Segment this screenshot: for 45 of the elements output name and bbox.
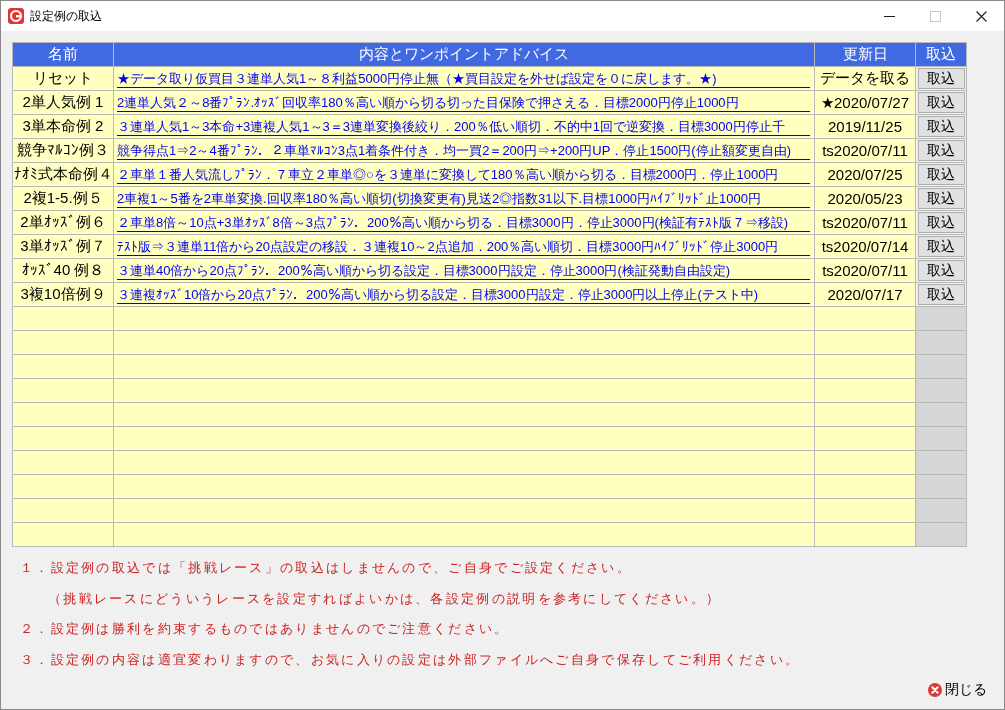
column-header: 内容とワンポイントアドバイス: [114, 43, 814, 66]
date-cell: 2020/07/17: [815, 283, 915, 306]
close-icon: [928, 683, 942, 697]
app-logo-icon: [8, 8, 24, 24]
window-title: 設定例の取込: [30, 7, 102, 25]
date-cell: ts2020/07/11: [815, 139, 915, 162]
import-button[interactable]: 取込: [917, 284, 965, 305]
name-cell: ｵｯｽﾞ40 例８: [13, 259, 113, 282]
maximize-icon: [929, 10, 941, 22]
date-cell: ts2020/07/14: [815, 235, 915, 258]
name-cell: 2単人気例 1: [13, 91, 113, 114]
name-cell: ﾅｵﾐ式本命例４: [13, 163, 113, 186]
import-button[interactable]: 取込: [917, 116, 965, 137]
date-cell: 2019/11/25: [815, 115, 915, 138]
import-button[interactable]: 取込: [917, 140, 965, 161]
import-button[interactable]: 取込: [917, 164, 965, 185]
date-cell: 2020/07/25: [815, 163, 915, 186]
import-button[interactable]: 取込: [917, 92, 965, 113]
import-button[interactable]: 取込: [917, 188, 965, 209]
name-cell: 競争ﾏﾙｺﾝ例３: [13, 139, 113, 162]
name-cell: 3単本命例 2: [13, 115, 113, 138]
column-header: 名前: [13, 43, 113, 66]
note-text: （挑戦レースにどういうレースを設定すればよいかは、各設定例の説明を参考にしてください。）: [47, 589, 722, 608]
note-text: １．設定例の取込では「挑戦レース」の取込はしませんので、ご自身でご設定ください。: [19, 559, 632, 577]
name-cell: 3単ｵｯｽﾞ例７: [13, 235, 113, 258]
name-cell: 2単ｵｯｽﾞ例６: [13, 211, 113, 234]
import-button[interactable]: 取込: [917, 236, 965, 257]
note-text: ２．設定例は勝利を約束するものではありませんのでご注意ください。: [19, 620, 510, 638]
date-cell: 2020/05/23: [815, 187, 915, 210]
name-cell: リセット: [13, 67, 113, 90]
note-text: ３．設定例の内容は適宜変わりますので、お気に入りの設定は外部ファイルへご自身で保存してご利用ください。: [19, 650, 801, 669]
import-button[interactable]: 取込: [917, 260, 965, 281]
date-cell: ts2020/07/11: [815, 259, 915, 282]
column-header: 更新日: [815, 43, 915, 66]
column-header: 取込: [916, 43, 966, 66]
name-cell: 2複1-5.例５: [13, 187, 113, 210]
close-button[interactable]: 閉じる: [928, 680, 987, 700]
minimize-icon: [883, 15, 895, 17]
date-cell: ★2020/07/27: [815, 91, 915, 114]
date-cell: ts2020/07/11: [815, 211, 915, 234]
import-button[interactable]: 取込: [917, 212, 965, 233]
date-cell: データを取る: [815, 67, 915, 90]
import-button[interactable]: 取込: [917, 68, 965, 89]
close-icon: [975, 10, 987, 22]
name-cell: 3複10倍例９: [13, 283, 113, 306]
